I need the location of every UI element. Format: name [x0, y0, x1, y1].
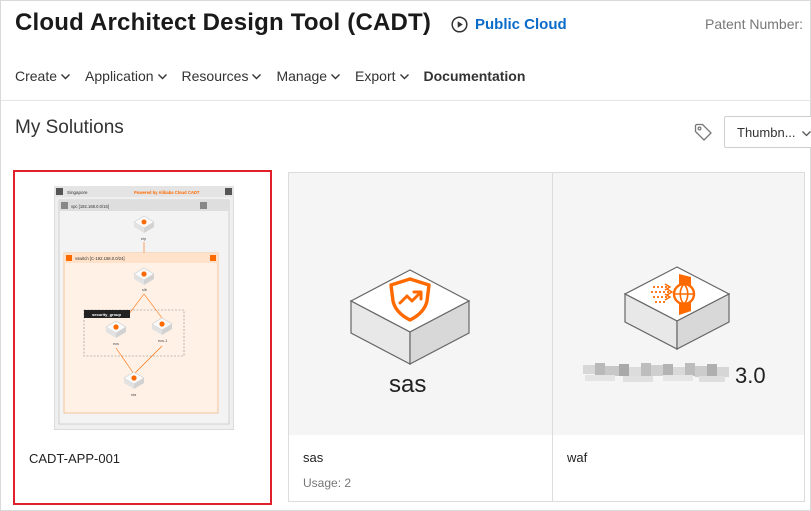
solution-thumbnail: Singapore Powered by Alibaba Cloud CADT … [15, 172, 270, 434]
nav-application-label: Application [85, 68, 154, 84]
solution-card-sas[interactable]: sas sas Usage: 2 [288, 172, 564, 502]
page-title: My Solutions [15, 117, 124, 138]
chevron-down-icon [331, 73, 341, 79]
diagram-vswitch-label: vswitch [C-192.168.0.0/24] [75, 256, 125, 261]
solution-card-waf[interactable]: 3.0 waf [552, 172, 805, 502]
nav-resources[interactable]: Resources [182, 68, 263, 84]
nav-documentation-label: Documentation [423, 68, 526, 84]
waf-firewall-icon [623, 266, 731, 350]
diagram-ecs-1-label: ecs-1 [158, 339, 167, 343]
solution-name: sas [303, 450, 324, 465]
sas-thumbnail-label: sas [389, 371, 427, 398]
nav-create[interactable]: Create [15, 68, 71, 84]
nav-export[interactable]: Export [355, 68, 409, 84]
diagram-vpc-label: vpc [192.168.0.0/16] [71, 204, 109, 209]
tag-icon[interactable] [693, 122, 713, 142]
view-mode-select[interactable]: Thumbn... [724, 116, 811, 148]
solution-thumbnail: sas [289, 173, 563, 435]
sas-shield-icon [349, 269, 471, 365]
nav-manage[interactable]: Manage [276, 68, 341, 84]
play-circle-icon[interactable] [451, 16, 468, 33]
app-title: Cloud Architect Design Tool (CADT) [15, 9, 432, 36]
header: Cloud Architect Design Tool (CADT) Publi… [1, 1, 811, 101]
patent-number-label: Patent Number: [705, 16, 804, 32]
waf-thumbnail-version: 3.0 [735, 363, 766, 388]
app-window: Cloud Architect Design Tool (CADT) Publi… [0, 0, 811, 511]
chevron-down-icon [399, 73, 409, 79]
view-mode-value: Thumbn... [737, 125, 796, 140]
diagram-eip-label: eip [141, 237, 146, 241]
chevron-down-icon [61, 73, 71, 79]
diagram-rds-label: rds [131, 393, 136, 397]
solution-card-cadt-app-001[interactable]: Singapore Powered by Alibaba Cloud CADT … [13, 170, 272, 505]
nav-resources-label: Resources [181, 68, 249, 84]
architecture-diagram-preview: Singapore Powered by Alibaba Cloud CADT … [54, 186, 234, 430]
chevron-down-icon [802, 131, 811, 137]
usage-count: Usage: 2 [303, 476, 352, 490]
solution-name: CADT-APP-001 [29, 451, 121, 466]
top-nav: Create Application Resources Manage Expo… [15, 65, 539, 87]
diagram-slb-label: slb [142, 288, 147, 292]
chevron-down-icon [157, 73, 167, 79]
blurred-text-overlay [583, 363, 729, 382]
nav-application[interactable]: Application [85, 68, 168, 84]
nav-manage-label: Manage [276, 68, 328, 84]
diagram-ecs-label: ecs [113, 342, 119, 346]
solution-name: waf [567, 450, 588, 465]
diagram-security-group-label: security_group [92, 312, 121, 317]
diagram-region-label: Singapore [67, 190, 88, 195]
solution-thumbnail: 3.0 [553, 173, 804, 435]
diagram-powered-label: Powered by Alibaba Cloud CADT [134, 190, 200, 195]
chevron-down-icon [252, 73, 262, 79]
public-cloud-link[interactable]: Public Cloud [475, 16, 567, 33]
nav-create-label: Create [15, 68, 58, 84]
nav-documentation[interactable]: Documentation [424, 68, 526, 84]
nav-export-label: Export [355, 68, 396, 84]
